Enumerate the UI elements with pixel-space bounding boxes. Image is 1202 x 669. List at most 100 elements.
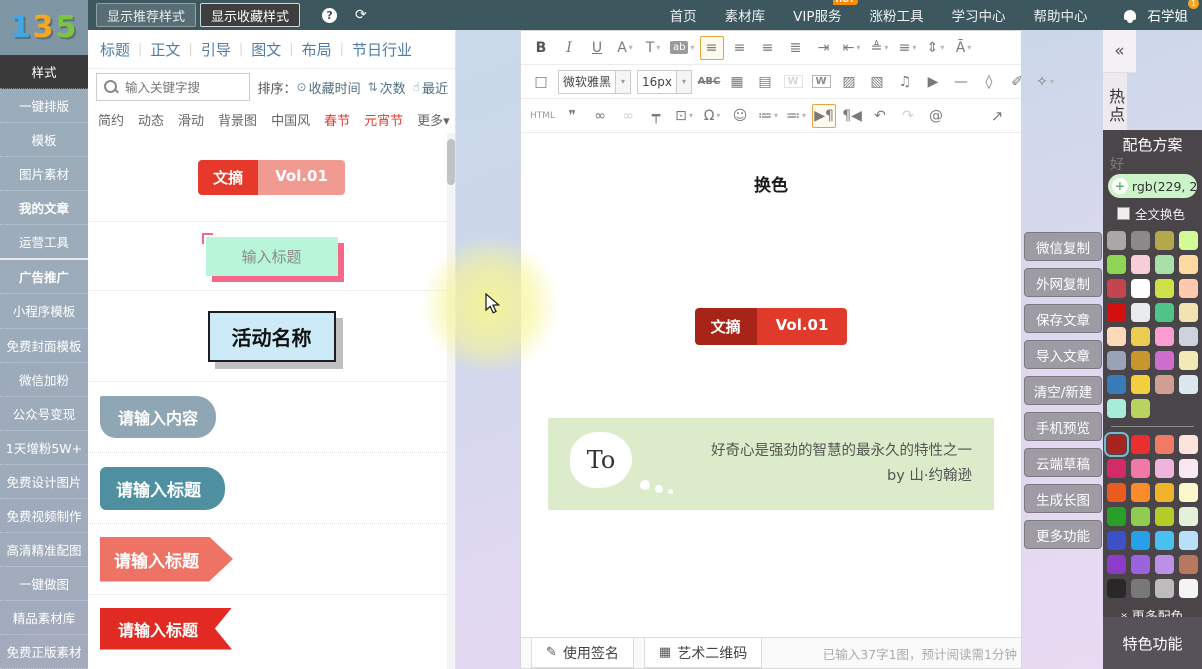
color-swatch[interactable] bbox=[1131, 255, 1150, 274]
color-swatch[interactable] bbox=[1155, 231, 1174, 250]
color-swatch[interactable] bbox=[1107, 279, 1126, 298]
align-right[interactable]: ≡ bbox=[756, 36, 780, 60]
nav-item-素材库[interactable]: 素材库 bbox=[725, 5, 766, 25]
paragraph-ltr[interactable]: ▶¶ bbox=[812, 104, 836, 128]
remove-link[interactable]: ∞ bbox=[616, 104, 640, 128]
color-swatch[interactable] bbox=[1107, 351, 1126, 370]
tab-图文[interactable]: 图文 bbox=[251, 39, 281, 60]
unordered-list[interactable]: ≕▾ bbox=[784, 104, 808, 128]
color-swatch[interactable] bbox=[1179, 327, 1198, 346]
fullscreen[interactable]: ↗ bbox=[985, 104, 1009, 128]
color-swatch[interactable] bbox=[1179, 231, 1198, 250]
color-swatch[interactable] bbox=[1155, 351, 1174, 370]
color-swatch[interactable] bbox=[1155, 459, 1174, 478]
strikethrough[interactable]: ABC bbox=[697, 70, 721, 94]
sort-option-最近[interactable]: ☝最近 bbox=[413, 78, 448, 97]
color-swatch[interactable] bbox=[1179, 555, 1198, 574]
word-import[interactable]: W bbox=[809, 70, 833, 94]
nav-item-学习中心[interactable]: 学习中心 bbox=[952, 5, 1006, 25]
sort-option-收藏时间[interactable]: ⊙收藏时间 bbox=[297, 78, 361, 97]
paragraph-rtl[interactable]: ¶◀ bbox=[840, 104, 864, 128]
style-preview-teal-pill[interactable]: 请输入标题 bbox=[88, 453, 455, 524]
align-center[interactable]: ≡ bbox=[728, 36, 752, 60]
action-button-生成长图[interactable]: 生成长图 bbox=[1024, 484, 1102, 513]
top-spacing[interactable]: ≜▾ bbox=[868, 36, 892, 60]
emoji[interactable]: ☺ bbox=[728, 104, 752, 128]
html-source[interactable]: HTML bbox=[529, 104, 556, 128]
sidebar-item-运营工具[interactable]: 运营工具 bbox=[0, 225, 88, 260]
action-button-导入文章[interactable]: 导入文章 bbox=[1024, 340, 1102, 369]
sidebar-item-微信加粉[interactable]: 微信加粉 bbox=[0, 363, 88, 397]
tab-布局[interactable]: 布局 bbox=[302, 39, 332, 60]
sidebar-item-一键做图[interactable]: 一键做图 bbox=[0, 567, 88, 601]
show-recommend-styles-button[interactable]: 显示推荐样式 bbox=[96, 3, 196, 27]
sidebar-item-一键排版[interactable]: 一键排版 bbox=[0, 89, 88, 123]
color-swatch[interactable] bbox=[1131, 303, 1150, 322]
use-signature-button[interactable]: ✎ 使用签名 bbox=[531, 638, 634, 668]
color-swatch[interactable] bbox=[1131, 375, 1150, 394]
style-preview-slate-tag[interactable]: 请输入内容 bbox=[88, 382, 455, 453]
checkbox-icon[interactable] bbox=[1117, 207, 1130, 220]
style-preview-digest-badge[interactable]: 文摘Vol.01 bbox=[88, 133, 455, 222]
action-button-保存文章[interactable]: 保存文章 bbox=[1024, 304, 1102, 333]
special-character[interactable]: Ω▾ bbox=[700, 104, 724, 128]
action-button-微信复制[interactable]: 微信复制 bbox=[1024, 232, 1102, 261]
blockquote[interactable]: ❞ bbox=[560, 104, 584, 128]
insert-card[interactable]: ⊡▾ bbox=[672, 104, 696, 128]
color-swatch[interactable] bbox=[1131, 399, 1150, 418]
color-swatch[interactable] bbox=[1179, 255, 1198, 274]
sidebar-item-公众号变现[interactable]: 公众号变现 bbox=[0, 397, 88, 431]
digest-badge[interactable]: 文摘Vol.01 bbox=[521, 308, 1021, 345]
username[interactable]: 石学姐 1 bbox=[1148, 5, 1189, 25]
color-swatch[interactable] bbox=[1107, 375, 1126, 394]
sidebar-item-广告推广[interactable]: 广告推广 bbox=[0, 260, 88, 294]
color-swatch[interactable] bbox=[1155, 303, 1174, 322]
insert-table[interactable]: ▦ bbox=[725, 70, 749, 94]
featured-functions-header[interactable]: 特色功能 bbox=[1103, 617, 1202, 669]
refresh-icon[interactable]: ⟳ bbox=[355, 7, 367, 23]
category-元宵节[interactable]: 元宵节 bbox=[364, 110, 403, 129]
color-swatch[interactable] bbox=[1131, 531, 1150, 550]
font-color[interactable]: A▾ bbox=[613, 36, 637, 60]
color-swatch[interactable] bbox=[1155, 375, 1174, 394]
color-swatch[interactable] bbox=[1155, 435, 1174, 454]
align-left[interactable]: ≡ bbox=[700, 36, 724, 60]
nav-item-涨粉工具[interactable]: 涨粉工具 bbox=[870, 5, 924, 25]
text-style[interactable]: T▾ bbox=[641, 36, 665, 60]
color-swatch[interactable] bbox=[1179, 459, 1198, 478]
color-swatch[interactable] bbox=[1155, 531, 1174, 550]
eraser[interactable]: ◊ bbox=[977, 70, 1001, 94]
format-painter[interactable]: ✐ bbox=[1005, 70, 1029, 94]
color-swatch[interactable] bbox=[1131, 579, 1150, 598]
align-justify[interactable]: ≣ bbox=[784, 36, 808, 60]
sidebar-item-免费视频制作[interactable]: 免费视频制作 bbox=[0, 499, 88, 533]
new-document[interactable]: □ bbox=[529, 70, 553, 94]
style-list-scrollbar[interactable] bbox=[447, 133, 455, 669]
app-logo[interactable]: 135 bbox=[0, 0, 88, 55]
style-preview-activity-title[interactable]: 活动名称 bbox=[88, 291, 455, 382]
art-qrcode-button[interactable]: ▦ 艺术二维码 bbox=[644, 638, 762, 668]
nav-item-VIP服务[interactable]: VIP服务HOT bbox=[793, 5, 841, 25]
category-中国风[interactable]: 中国风 bbox=[271, 110, 310, 129]
bell-icon[interactable] bbox=[1124, 10, 1136, 20]
text-section[interactable]: ┯ bbox=[644, 104, 668, 128]
sidebar-item-我的文章[interactable]: 我的文章 bbox=[0, 191, 88, 225]
tab-引导[interactable]: 引导 bbox=[201, 39, 231, 60]
insert-audio[interactable]: ♫ bbox=[893, 70, 917, 94]
color-swatch[interactable] bbox=[1107, 327, 1126, 346]
color-swatch[interactable] bbox=[1107, 303, 1126, 322]
category-简约[interactable]: 简约 bbox=[98, 110, 124, 129]
color-swatch[interactable] bbox=[1179, 483, 1198, 502]
color-swatch[interactable] bbox=[1131, 231, 1150, 250]
table-style[interactable]: ▤ bbox=[753, 70, 777, 94]
action-button-云端草稿[interactable]: 云端草稿 bbox=[1024, 448, 1102, 477]
horizontal-rule[interactable]: — bbox=[949, 70, 973, 94]
color-swatch[interactable] bbox=[1107, 507, 1126, 526]
color-swatch[interactable] bbox=[1179, 279, 1198, 298]
font-family-select[interactable]: 微软雅黑▾ bbox=[558, 70, 631, 94]
italic[interactable]: I bbox=[557, 36, 581, 60]
color-swatch[interactable] bbox=[1107, 555, 1126, 574]
one-key-beautify[interactable]: ✧▾ bbox=[1033, 70, 1057, 94]
scrollbar-thumb[interactable] bbox=[447, 139, 455, 185]
color-swatch[interactable] bbox=[1179, 303, 1198, 322]
